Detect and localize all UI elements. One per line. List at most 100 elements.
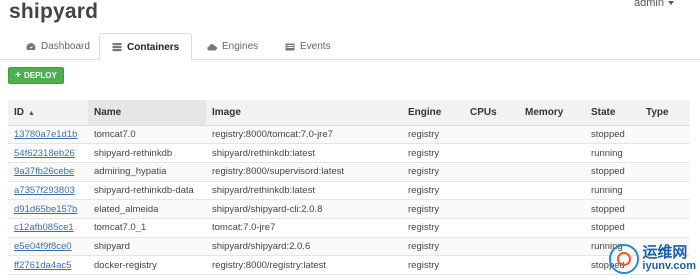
containers-table: ID ▲ Name Image Engine CPUs Memory State … — [8, 100, 690, 275]
container-engine: registry — [402, 199, 464, 219]
col-label: Type — [646, 106, 669, 118]
user-name: admin — [634, 0, 664, 9]
col-state[interactable]: State — [585, 100, 640, 126]
container-id-link[interactable]: 9a37fb26cebe — [14, 166, 74, 177]
container-engine: registry — [402, 237, 464, 257]
container-cpus — [464, 181, 519, 201]
container-type — [640, 181, 690, 201]
tab-containers[interactable]: Containers — [99, 33, 193, 61]
container-name: tomcat7.0_1 — [88, 218, 206, 238]
tab-label: Engines — [222, 41, 259, 52]
tab-events[interactable]: Events — [273, 33, 343, 60]
plus-icon: + — [15, 69, 21, 81]
col-label: CPUs — [470, 106, 497, 118]
table-row: d91d65be157b elated_almeida shipyard/shipy… — [8, 199, 690, 219]
container-id-link[interactable]: 54f62318eb26 — [14, 148, 75, 159]
container-memory — [519, 162, 585, 182]
chevron-down-icon — [668, 1, 674, 6]
container-image: shipyard/rethinkdb:latest — [206, 143, 402, 163]
container-type — [640, 218, 690, 238]
container-type — [640, 162, 690, 182]
container-name: docker-registry — [88, 255, 206, 275]
dashboard-icon — [26, 42, 36, 50]
list-icon — [285, 43, 295, 50]
container-id-link[interactable]: a7357f293803 — [14, 185, 75, 196]
deploy-label: DEPLOY — [23, 71, 57, 80]
container-image: shipyard/rethinkdb:latest — [206, 181, 402, 201]
container-name: shipyard — [88, 237, 206, 257]
col-id[interactable]: ID ▲ — [8, 100, 88, 126]
container-memory — [519, 143, 585, 163]
container-image: registry:8000/tomcat:7.0-jre7 — [206, 125, 402, 145]
watermark-cn: 运维网 — [642, 244, 688, 262]
container-state: stopped — [585, 125, 640, 145]
tab-engines[interactable]: Engines — [195, 33, 270, 60]
watermark-icon — [609, 244, 640, 274]
col-type[interactable]: Type — [640, 100, 690, 126]
container-name: admiring_hypatia — [88, 162, 206, 182]
container-cpus — [464, 255, 519, 275]
container-state: running — [585, 143, 640, 163]
container-name: shipyard-rethinkdb — [88, 143, 206, 163]
tab-label: Events — [300, 41, 331, 52]
user-menu[interactable]: admin — [634, 0, 674, 9]
container-image: registry:8000/registry:latest — [206, 255, 402, 275]
container-cpus — [464, 218, 519, 238]
col-label: State — [591, 106, 616, 118]
container-id-link[interactable]: ff2761da4ac5 — [14, 260, 71, 271]
col-image[interactable]: Image — [206, 100, 402, 126]
table-row: c12afb085ce1 tomcat7.0_1 tomcat:7.0-jre7 re… — [8, 218, 690, 238]
container-state: stopped — [585, 162, 640, 182]
container-memory — [519, 199, 585, 219]
col-label: Memory — [525, 106, 564, 118]
container-memory — [519, 125, 585, 145]
container-engine: registry — [402, 218, 464, 238]
container-engine: registry — [402, 143, 464, 163]
container-id-link[interactable]: c12afb085ce1 — [14, 222, 74, 233]
watermark-en: iyunv.com — [642, 260, 696, 273]
container-cpus — [464, 143, 519, 163]
table-row: a7357f293803 shipyard-rethinkdb-data shipy… — [8, 181, 690, 201]
watermark-logo: 运维网 iyunv.com — [609, 244, 696, 274]
container-memory — [519, 181, 585, 201]
container-id-link[interactable]: 13780a7e1d1b — [14, 129, 77, 140]
container-name: tomcat7.0 — [88, 125, 206, 145]
deploy-button[interactable]: + DEPLOY — [8, 67, 64, 84]
container-memory — [519, 218, 585, 238]
tab-dashboard[interactable]: Dashboard — [14, 33, 102, 60]
col-cpus[interactable]: CPUs — [464, 100, 519, 126]
cloud-icon — [207, 43, 217, 51]
nav-tabs: Dashboard Containers Engines Events — [0, 33, 700, 61]
container-id-link[interactable]: d91d65be157b — [14, 204, 77, 215]
container-state: stopped — [585, 199, 640, 219]
container-memory — [519, 237, 585, 257]
container-cpus — [464, 199, 519, 219]
container-image: registry:8000/supervisord:latest — [206, 162, 402, 182]
container-type — [640, 199, 690, 219]
tab-label: Dashboard — [41, 41, 90, 52]
container-state: stopped — [585, 218, 640, 238]
tab-label: Containers — [127, 41, 180, 53]
col-label: ID — [14, 106, 24, 118]
table-header-row: ID ▲ Name Image Engine CPUs Memory State … — [8, 100, 690, 126]
table-row: 13780a7e1d1b tomcat7.0 registry:8000/tomca… — [8, 125, 690, 145]
container-image: shipyard/shipyard-cli:2.0.8 — [206, 199, 402, 219]
table-row: e5e04f9f8ce0 shipyard shipyard/shipyard:2.… — [8, 237, 690, 257]
container-cpus — [464, 125, 519, 145]
container-engine: registry — [402, 125, 464, 145]
container-cpus — [464, 162, 519, 182]
container-engine: registry — [402, 181, 464, 201]
container-engine: registry — [402, 162, 464, 182]
col-label: Name — [94, 106, 122, 118]
container-id-link[interactable]: e5e04f9f8ce0 — [14, 241, 72, 252]
col-engine[interactable]: Engine — [402, 100, 464, 126]
container-type — [640, 125, 690, 145]
container-image: tomcat:7.0-jre7 — [206, 218, 402, 238]
container-state: running — [585, 181, 640, 201]
table-row: ff2761da4ac5 docker-registry registry:8000… — [8, 255, 690, 275]
table-row: 9a37fb26cebe admiring_hypatia registry:800… — [8, 162, 690, 182]
col-memory[interactable]: Memory — [519, 100, 585, 126]
col-name[interactable]: Name — [88, 100, 206, 126]
container-memory — [519, 255, 585, 275]
table-row: 54f62318eb26 shipyard-rethinkdb shipyard/r… — [8, 143, 690, 163]
